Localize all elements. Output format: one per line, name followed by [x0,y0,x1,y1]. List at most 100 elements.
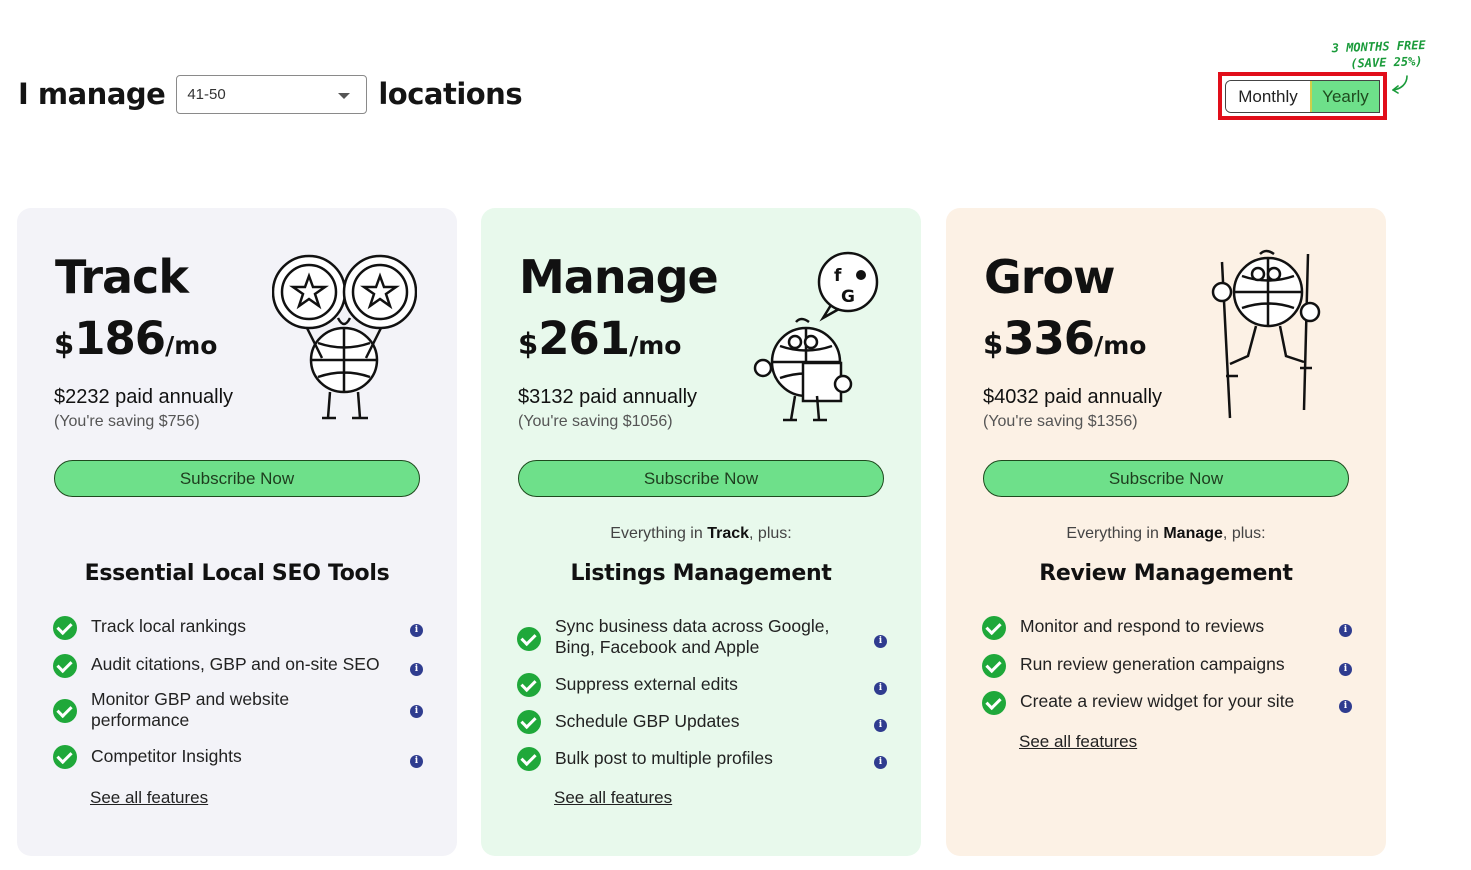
info-icon[interactable]: i [410,705,423,718]
feature-text: Competitor Insights [91,746,242,766]
facebook-badge: f [834,266,842,286]
chevron-down-icon [338,92,351,99]
everything-prefix: Everything in [610,525,703,542]
check-icon [982,616,1006,640]
everything-plan: Track [707,525,750,542]
locations-dropdown-value: 41-50 [187,85,226,103]
feature-text: Suppress external edits [555,674,738,694]
price-period: /mo [629,331,682,360]
feature-text: Schedule GBP Updates [555,711,740,731]
billing-toggle-highlight: Monthly Yearly [1218,72,1387,120]
check-icon [517,627,541,651]
binoculars-mascot-icon [272,254,417,420]
price-period: /mo [1094,331,1147,360]
info-icon[interactable]: i [874,719,887,732]
feature-item: Monitor and respond to reviews i [982,616,1352,654]
section-title: Essential Local SEO Tools [84,561,390,586]
feature-text: Run review generation campaigns [1020,654,1285,674]
see-all-features-link[interactable]: See all features [90,788,208,808]
feature-text: Create a review widget for your site [1020,691,1295,711]
locations-label: locations [378,77,523,111]
subscribe-button[interactable]: Subscribe Now [54,460,420,497]
plan-price: $ 336 /mo [983,312,1146,365]
yearly-option[interactable]: Yearly [1312,81,1379,112]
plan-price: $ 186 /mo [54,312,217,365]
everything-in-note: Everything in Track, plus: [481,525,921,543]
price-amount: 261 [538,312,630,365]
promo-note: 3 MONTHS FREE (SAVE 25%) [1331,36,1462,73]
feature-item: Sync business data across Google, Bing, … [517,616,887,674]
price-currency: $ [983,327,1004,361]
info-icon[interactable]: i [410,663,423,676]
feature-text: Monitor and respond to reviews [1020,616,1265,636]
locations-selector-row: I manage 41-50 locations [18,74,523,114]
everything-in-note: Everything in Manage, plus: [946,525,1386,543]
check-icon [982,654,1006,678]
check-icon [53,699,77,723]
see-all-features-link[interactable]: See all features [554,788,672,808]
price-currency: $ [518,327,539,361]
info-icon[interactable]: i [1339,663,1352,676]
feature-text: Monitor GBP and website performance [91,689,290,730]
annual-price: $2232 paid annually [54,386,234,408]
see-all-features-link[interactable]: See all features [1019,732,1137,752]
promo-line-2: (SAVE 25%) [1350,54,1423,71]
info-icon[interactable]: i [874,682,887,695]
price-period: /mo [165,331,218,360]
feature-item: Schedule GBP Updates i [517,710,887,748]
price-currency: $ [54,327,75,361]
check-icon [53,616,77,640]
everything-suffix: , plus: [749,525,792,542]
plan-name: Grow [984,250,1116,304]
plan-card-grow: Grow $ 336 /mo $4032 paid annually (You'… [946,208,1386,856]
check-icon [53,654,77,678]
billing-toggle: Monthly Yearly [1225,80,1380,113]
feature-text: Bulk post to multiple profiles [555,748,773,768]
info-icon[interactable]: i [1339,700,1352,713]
plan-card-manage: Manage $ 261 /mo $3132 paid annually (Yo… [481,208,921,856]
plan-name: Manage [519,250,719,304]
plan-name: Track [55,250,189,304]
feature-list: Monitor and respond to reviews i Run rev… [982,616,1352,721]
subscribe-button[interactable]: Subscribe Now [518,460,884,497]
saving-note: (You're saving $1356) [983,413,1138,430]
info-icon[interactable]: i [410,624,423,637]
everything-prefix: Everything in [1066,525,1159,542]
price-amount: 336 [1003,312,1095,365]
info-icon[interactable]: i [410,755,423,768]
feature-list: Track local rankings i Audit citations, … [53,616,423,776]
monthly-option[interactable]: Monthly [1226,81,1312,112]
globe-mascot-with-social-bubble-icon: f G [753,251,879,422]
i-manage-label: I manage [18,77,166,111]
curved-arrow-icon [1392,75,1408,94]
check-icon [517,747,541,771]
saving-note: (You're saving $1056) [518,413,673,430]
locations-dropdown[interactable]: 41-50 [176,74,368,114]
plan-card-track: Track $ 186 /mo $2232 paid annually (You… [17,208,457,856]
feature-item: Suppress external edits i [517,673,887,711]
feature-text: Audit citations, GBP and on-site SEO [91,654,380,674]
section-title: Review Management [1039,561,1293,586]
annual-price: $4032 paid annually [983,386,1163,408]
feature-item: Run review generation campaigns i [982,654,1352,691]
check-icon [982,691,1006,715]
feature-list: Sync business data across Google, Bing, … [517,616,887,778]
feature-item: Bulk post to multiple profiles i [517,747,887,778]
check-icon [53,745,77,769]
subscribe-button[interactable]: Subscribe Now [983,460,1349,497]
apple-badge-icon [856,270,866,280]
feature-text: Track local rankings [91,616,246,636]
feature-item: Monitor GBP and website performance i [53,689,423,746]
google-badge: G [841,287,855,307]
everything-suffix: , plus: [1222,525,1266,542]
price-amount: 186 [74,312,166,365]
feature-text: Sync business data across Google, Bing, … [555,616,830,657]
feature-item: Audit citations, GBP and on-site SEO i [53,654,423,689]
feature-item: Create a review widget for your site i [982,691,1352,721]
section-title: Listings Management [570,561,832,586]
everything-plan: Manage [1163,525,1223,542]
info-icon[interactable]: i [874,756,887,769]
info-icon[interactable]: i [874,635,887,648]
info-icon[interactable]: i [1339,624,1352,637]
check-icon [517,673,541,697]
